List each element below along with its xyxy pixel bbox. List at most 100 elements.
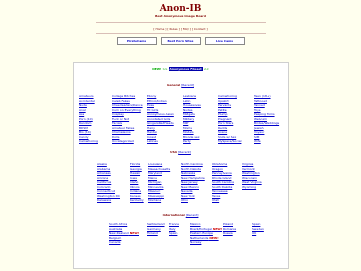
board-link-label: SIM bbox=[254, 134, 260, 139]
section-international-recent[interactable]: [Recent] bbox=[186, 213, 199, 217]
board-link-label: Uncategorized bbox=[112, 139, 134, 143]
section-international-title: International bbox=[162, 213, 185, 217]
board-link-label: Nebraska bbox=[181, 171, 196, 175]
board-link[interactable]: Wife bbox=[254, 139, 279, 144]
board-link-label: Upskirt bbox=[218, 98, 229, 103]
board-link[interactable]: Montana bbox=[148, 198, 170, 203]
board-link[interactable]: MySpace/Social bbox=[218, 139, 241, 144]
board-link-label: Maine bbox=[148, 175, 158, 180]
board-link[interactable]: Kentucky bbox=[130, 198, 144, 203]
board-link[interactable]: UK bbox=[252, 231, 264, 236]
board-link-label: Nudes bbox=[183, 107, 193, 112]
board-link[interactable]: Delaware bbox=[97, 198, 120, 203]
board-link-label: Russia bbox=[223, 231, 233, 235]
section-usa-recent[interactable]: [Recent] bbox=[178, 150, 191, 154]
new-announcement: NEW! >> Anonymous Fileset << bbox=[0, 67, 361, 71]
intl-column: Poland Romania Russia bbox=[223, 222, 236, 236]
tab-best-porn-sites[interactable]: Best Porn Sites bbox=[160, 37, 201, 45]
board-link[interactable]: Party bbox=[183, 139, 201, 144]
board-link-label: Voyeur bbox=[254, 130, 265, 134]
board-link[interactable]: Camwhoring bbox=[79, 139, 98, 144]
board-link-label: Cheerleaders/Dance bbox=[112, 103, 143, 107]
board-link[interactable]: Uncategorized bbox=[112, 139, 143, 144]
board-link-label: Canada bbox=[109, 240, 121, 244]
new-badge: NEW! bbox=[128, 231, 140, 235]
board-link-label: Incest bbox=[147, 134, 157, 139]
board-link-label: Norway bbox=[190, 240, 202, 244]
board-link-label: Kentucky bbox=[130, 198, 144, 202]
board-link[interactable]: Latinas bbox=[147, 139, 174, 144]
board-link-label: Midgets bbox=[183, 112, 195, 116]
board-link-label: California bbox=[97, 180, 112, 184]
board-link-label: Peeping Toms bbox=[254, 112, 275, 116]
board-link-label: Missouri bbox=[148, 189, 161, 193]
tab-live-cams[interactable]: Live Cams bbox=[204, 37, 245, 45]
board-link-label: Switzerland bbox=[147, 222, 165, 226]
board-link-label: New Jersey bbox=[181, 180, 198, 184]
board-link-label: Washington bbox=[242, 171, 260, 175]
board-link-label: Belgium bbox=[109, 235, 122, 240]
board-link-label: Models bbox=[183, 130, 194, 134]
board-link-label: Ohio bbox=[181, 198, 188, 202]
board-link-label: Amateurs bbox=[79, 94, 94, 98]
board-link[interactable]: Norway bbox=[190, 240, 222, 245]
board-link-label: Porn (10) bbox=[79, 116, 93, 121]
tab-piratecams[interactable]: PirateCams bbox=[116, 37, 157, 45]
board-link-label: Nude bbox=[79, 103, 87, 107]
board-link[interactable]: Spain bbox=[169, 231, 179, 236]
new-badge: NEW! bbox=[211, 226, 223, 231]
divider-top bbox=[96, 22, 266, 23]
board-link-label: College Bitches bbox=[112, 94, 136, 98]
board-link-label: Facials bbox=[112, 121, 123, 125]
board-link-label: Ass bbox=[79, 112, 85, 116]
board-link[interactable]: Finland bbox=[147, 231, 165, 236]
intl-column: France Italy Spain bbox=[169, 222, 179, 236]
board-link[interactable]: Utah bbox=[212, 198, 234, 203]
board-link-label: Hentai bbox=[147, 130, 157, 134]
board-link-label: Ethnic/Indian bbox=[147, 98, 167, 103]
board-link-label: Latinas bbox=[147, 139, 158, 143]
usa-column: Oklahoma Oregon Pennsylvania Rhode Island So… bbox=[212, 162, 234, 203]
section-general-recent[interactable]: [Recent] bbox=[181, 83, 194, 87]
board-link-label: Chameleons bbox=[112, 130, 131, 134]
new-fileset-link[interactable]: Anonymous Fileset bbox=[168, 67, 203, 71]
board-link-label: Louisiana bbox=[148, 162, 163, 166]
board-link-label: Moms bbox=[183, 125, 192, 130]
nav-links[interactable]: [ Home ] [ Rules ] [ FAQ ] [ Contact ] bbox=[0, 27, 361, 31]
usa-column: North Carolina North Dakota Nebraska New Ha… bbox=[181, 162, 205, 203]
board-link[interactable]: Wyoming bbox=[242, 185, 262, 190]
board-link-label: Romania bbox=[223, 226, 237, 231]
board-link-label: Camwhoring bbox=[79, 139, 98, 143]
board-link-label: Amateur Fakes bbox=[112, 125, 135, 130]
board-link-label: New Zealand bbox=[109, 231, 129, 235]
board-link-label: Poland bbox=[223, 222, 234, 226]
board-link-label: Wife bbox=[254, 139, 261, 143]
general-column: Amateurs Accidental Nude Anal Ass Porn (10) Ra… bbox=[79, 94, 98, 144]
general-column: Camwhoring Upskirt Pervants Petite Plump Preg… bbox=[218, 94, 241, 144]
board-link-label: Accidental bbox=[79, 98, 95, 103]
board-link-label: Florida bbox=[130, 162, 141, 166]
site-subtitle: Best Anonymous Image Board bbox=[155, 14, 206, 18]
board-link-label: West Virginia bbox=[242, 180, 262, 184]
board-link-label: Pennsylvania bbox=[212, 171, 232, 175]
board-link-label: Sweden bbox=[252, 226, 264, 231]
board-link-label: Sluts w/ Sex bbox=[218, 134, 237, 139]
general-column: Lesbians Latin Housewives Nudes Midgets Milit… bbox=[183, 94, 201, 144]
usa-column: Louisiana Massachusetts Maryland Maine Michi… bbox=[148, 162, 170, 203]
board-link[interactable]: Canada bbox=[109, 240, 139, 245]
new-prefix: NEW! >> bbox=[152, 67, 168, 71]
board-link-label: Montana bbox=[148, 198, 162, 202]
section-general-header: General [Recent] bbox=[0, 83, 361, 87]
board-link-label: South Dakota bbox=[212, 184, 233, 189]
board-link-label: Oklahoma bbox=[212, 162, 228, 166]
board-link-label: BDSM bbox=[79, 125, 88, 130]
board-link-label: Lesbians bbox=[183, 94, 197, 98]
board-link[interactable]: Ohio bbox=[181, 198, 205, 203]
board-link-label: Dolls bbox=[112, 134, 120, 139]
site-logo[interactable]: Anon-IB Best Anonymous Image Board bbox=[0, 4, 361, 19]
board-link-label: Porn Stars bbox=[218, 121, 234, 125]
board-link-label: Tanned bbox=[254, 103, 265, 107]
board-link-label: Cum on Everything bbox=[112, 107, 141, 112]
board-link[interactable]: Russia bbox=[223, 231, 236, 236]
board-link-label: New Mexico bbox=[181, 184, 199, 189]
